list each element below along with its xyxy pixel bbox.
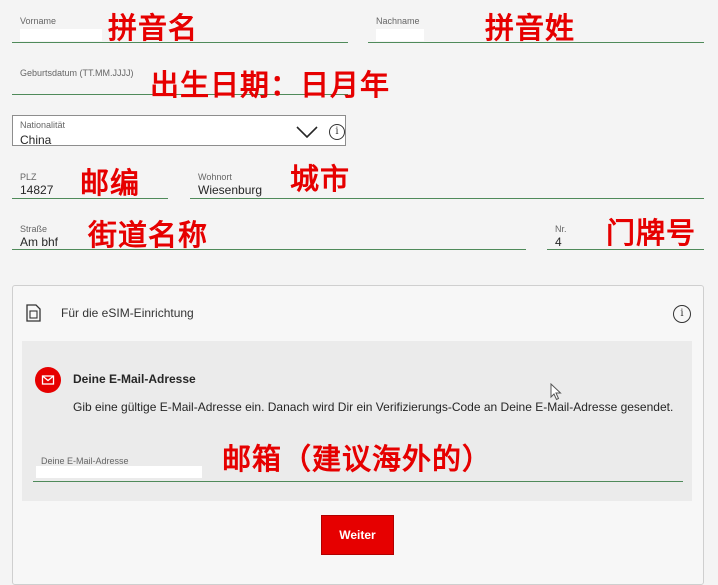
wohnort-underline <box>190 198 704 199</box>
nationalitaet-value: China <box>20 133 52 147</box>
email-heading: Deine E-Mail-Adresse <box>73 372 196 386</box>
mouse-cursor-icon <box>550 383 562 401</box>
wohnort-value: Wiesenburg <box>198 183 263 197</box>
mail-icon <box>35 367 61 393</box>
nr-label: Nr. <box>555 224 567 234</box>
wohnort-field[interactable]: Wohnort Wiesenburg <box>190 168 704 200</box>
nr-value: 4 <box>555 235 562 249</box>
strasse-label: Straße <box>20 224 48 234</box>
annotation-geburtsdatum: 出生日期：日月年 <box>150 68 391 102</box>
nachname-label: Nachname <box>376 16 420 26</box>
weiter-button[interactable]: Weiter <box>321 515 394 555</box>
email-redacted-value <box>36 466 202 478</box>
plz-value: 14827 <box>20 183 54 197</box>
strasse-value: Am bhf <box>20 235 59 249</box>
annotation-nr: 门牌号 <box>606 216 697 250</box>
email-description: Gib eine gültige E-Mail-Adresse ein. Dan… <box>73 400 674 414</box>
sim-card-icon <box>26 304 41 322</box>
email-underline <box>33 481 683 482</box>
email-label: Deine E-Mail-Adresse <box>41 456 129 466</box>
annotation-strasse: 街道名称 <box>88 218 209 252</box>
plz-label: PLZ <box>20 172 37 182</box>
nationalitaet-label: Nationalität <box>20 120 66 130</box>
annotation-wohnort: 城市 <box>290 162 351 196</box>
esim-title: Für die eSIM-Einrichtung <box>61 306 194 320</box>
vorname-label: Vorname <box>20 16 57 26</box>
annotation-nachname: 拼音姓 <box>485 11 576 45</box>
annotation-plz: 邮编 <box>80 166 141 200</box>
wohnort-label: Wohnort <box>198 172 232 182</box>
info-icon[interactable]: i <box>329 124 345 140</box>
nachname-redacted-value <box>376 29 424 41</box>
vorname-redacted-value <box>20 29 102 41</box>
chevron-down-icon[interactable] <box>296 126 318 138</box>
esim-info-icon[interactable]: i <box>673 305 691 323</box>
annotation-vorname: 拼音名 <box>108 11 199 45</box>
geburtsdatum-label: Geburtsdatum (TT.MM.JJJJ) <box>20 68 134 78</box>
annotation-email: 邮箱（建议海外的） <box>222 442 493 476</box>
nationalitaet-select[interactable]: Nationalität China i <box>12 115 346 147</box>
